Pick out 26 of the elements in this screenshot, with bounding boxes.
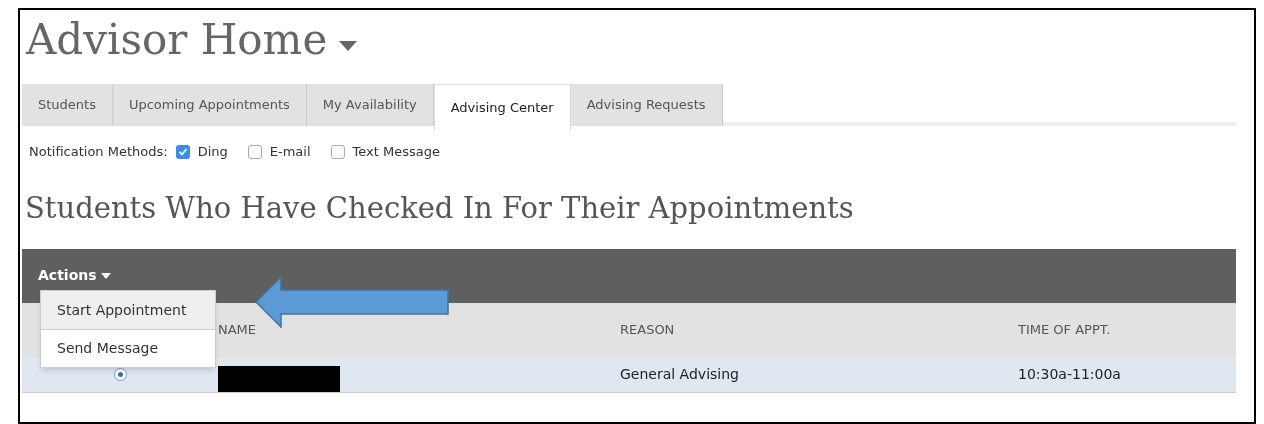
section-heading: Students Who Have Checked In For Their Appointments: [25, 193, 855, 223]
caret-icon: [100, 272, 111, 279]
menu-item[interactable]: Start Appointment: [41, 291, 215, 329]
radio-button[interactable]: [114, 368, 127, 381]
checkbox-label: Ding: [197, 143, 228, 161]
menu-item[interactable]: Send Message: [41, 329, 215, 367]
column-header: REASON: [620, 321, 676, 340]
checkbox[interactable]: [175, 144, 190, 159]
tab[interactable]: Advising Center: [433, 84, 571, 130]
actions-dropdown[interactable]: Actions: [38, 265, 111, 286]
column-header: NAME: [218, 321, 258, 340]
table-cell-text: 10:30a-11:00a: [1018, 365, 1122, 384]
notification-label: Notification Methods:: [29, 143, 168, 161]
tab[interactable]: Advising Requests: [570, 84, 723, 126]
tab[interactable]: Students: [22, 84, 113, 126]
caret-icon[interactable]: [339, 41, 358, 51]
checkbox[interactable]: [330, 144, 345, 159]
page-title: Advisor Home: [26, 19, 328, 61]
table-cell-text: General Advising: [620, 365, 740, 384]
column-header: TIME OF APPT.: [1018, 321, 1112, 340]
checkbox[interactable]: [247, 144, 262, 159]
table-row[interactable]: General Advising 10:30a-11:00a: [22, 357, 1236, 393]
tab[interactable]: My Availability: [306, 84, 434, 126]
checkbox-label: E-mail: [269, 143, 311, 161]
checkbox-label: Text Message: [352, 143, 440, 161]
tab[interactable]: Upcoming Appointments: [112, 84, 307, 126]
